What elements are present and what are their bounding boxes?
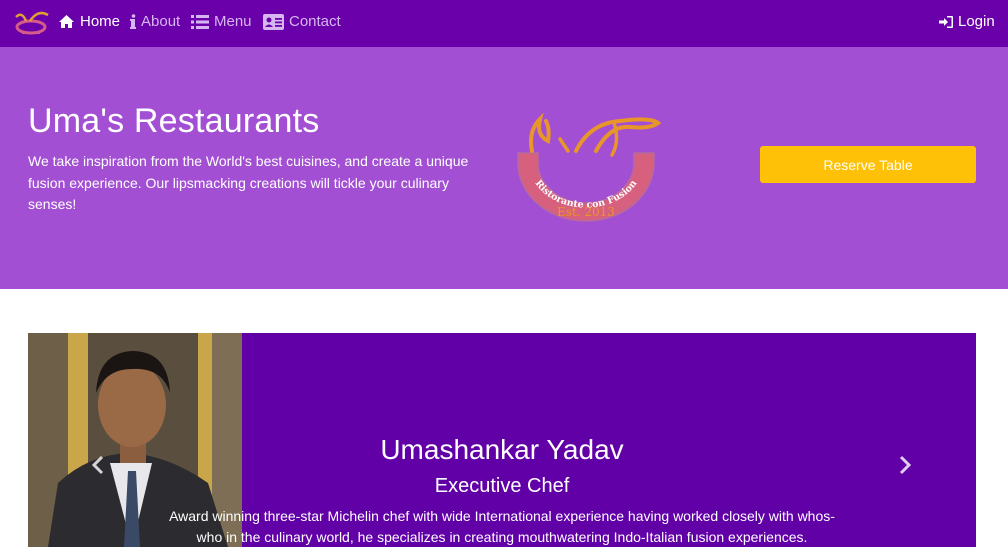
nav-contact-label: Contact — [289, 13, 341, 30]
restaurant-logo-icon[interactable] — [12, 7, 50, 39]
address-card-icon — [263, 13, 284, 30]
login-link[interactable]: Login — [939, 0, 995, 43]
nav-about-label: About — [141, 13, 181, 30]
nav-home[interactable]: Home — [58, 0, 120, 43]
nav-menu[interactable]: Menu — [191, 0, 252, 43]
nav-about[interactable]: About — [130, 0, 180, 43]
nav-contact[interactable]: Contact — [263, 0, 341, 43]
info-icon — [130, 14, 136, 29]
navbar: Home About Menu Contact Login — [0, 0, 1008, 47]
carousel: Umashankar Yadav Executive Chef Award wi… — [28, 333, 976, 547]
nav-menu-label: Menu — [214, 13, 252, 30]
home-icon — [59, 15, 74, 28]
chef-name: Umashankar Yadav — [380, 434, 624, 465]
restaurant-logo: Ristorante con Fusion Est. 2013 — [517, 112, 662, 222]
jumbotron: Uma's Restaurants We take inspiration fr… — [0, 47, 1008, 289]
logo-year: Est. 2013 — [557, 205, 615, 219]
restaurant-title: Uma's Restaurants — [28, 102, 320, 140]
list-icon — [191, 14, 209, 29]
login-label: Login — [958, 13, 995, 30]
chef-designation: Executive Chef — [434, 475, 570, 497]
sign-in-icon — [939, 15, 953, 28]
restaurant-description: We take inspiration from the World's bes… — [28, 153, 469, 212]
reserve-table-button[interactable]: Reserve Table — [760, 146, 976, 183]
chef-description: Award winning three-star Michelin chef w… — [169, 508, 835, 545]
nav-home-label: Home — [80, 13, 121, 30]
